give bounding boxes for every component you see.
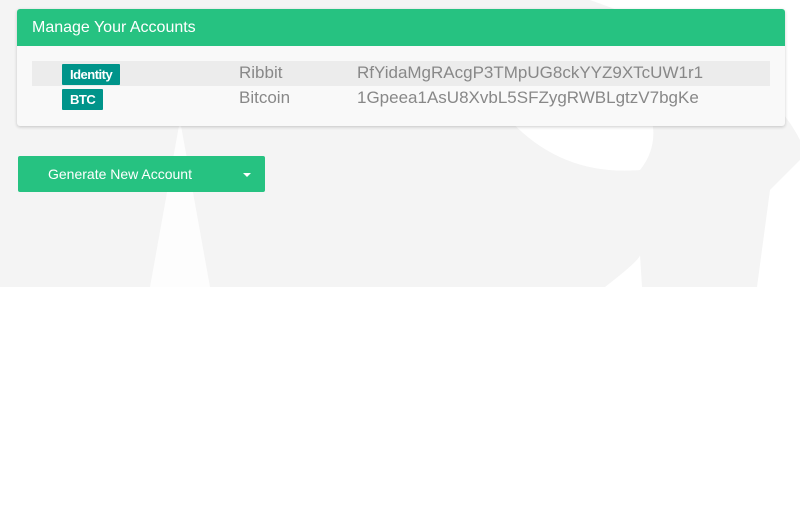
- account-name: Ribbit: [239, 63, 283, 82]
- account-type-badge: Identity: [62, 64, 121, 85]
- account-row[interactable]: BTC Bitcoin 1Gpeea1AsU8XvbL5SFZygRWBLgtz…: [32, 86, 770, 111]
- panel-title: Manage Your Accounts: [17, 9, 785, 46]
- account-name: Bitcoin: [239, 88, 291, 107]
- account-address: 1Gpeea1AsU8XvbL5SFZygRWBLgtzV7bgKe: [357, 88, 699, 107]
- caret-down-icon[interactable]: [243, 173, 251, 177]
- manage-accounts-panel: Manage Your Accounts Identity Ribbit RfY…: [17, 9, 785, 126]
- account-type-badge: BTC: [62, 89, 104, 110]
- account-row[interactable]: Identity Ribbit RfYidaMgRAcgP3TMpUG8ckYY…: [32, 61, 770, 86]
- account-address: RfYidaMgRAcgP3TMpUG8ckYYZ9XTcUW1r1: [357, 63, 704, 82]
- generate-label: Generate New Account: [48, 166, 192, 182]
- generate-new-account-button[interactable]: Generate New Account: [18, 156, 265, 192]
